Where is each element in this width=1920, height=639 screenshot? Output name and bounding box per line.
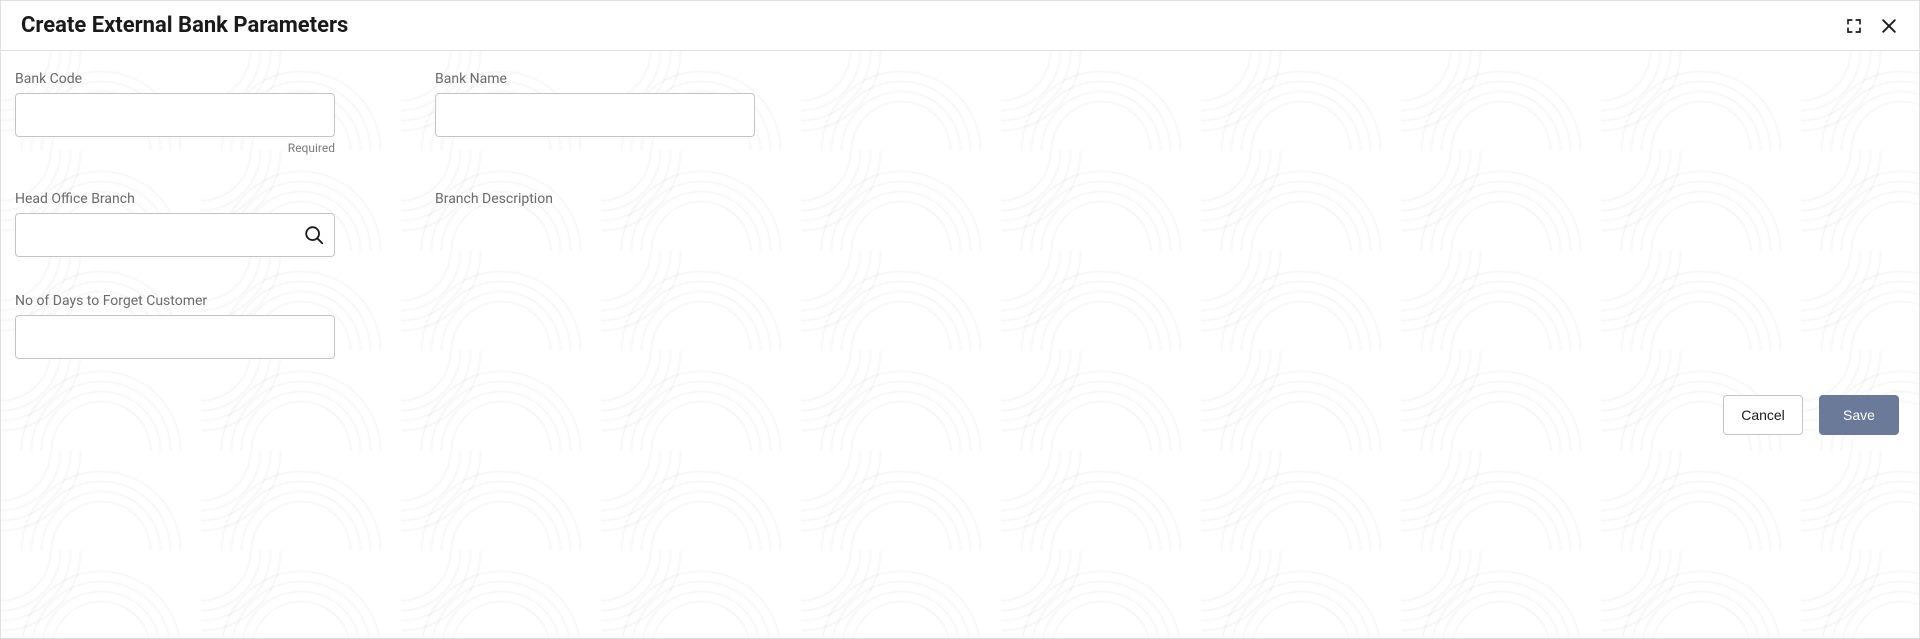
page-container: Create External Bank Parameters [0, 0, 1920, 639]
collapse-icon[interactable] [1845, 17, 1863, 35]
page-header: Create External Bank Parameters [1, 1, 1919, 51]
branch-description-label: Branch Description [435, 191, 755, 207]
form-row: Bank Code Required Bank Name [15, 71, 1905, 155]
days-forget-customer-group: No of Days to Forget Customer [15, 293, 335, 359]
page-title: Create External Bank Parameters [21, 13, 348, 38]
bank-code-helper: Required [15, 141, 335, 155]
form-row: No of Days to Forget Customer [15, 293, 1905, 359]
days-forget-customer-label: No of Days to Forget Customer [15, 293, 335, 309]
form-row: Head Office Branch Branch Description [15, 191, 1905, 257]
search-icon[interactable] [303, 224, 325, 246]
bank-name-label: Bank Name [435, 71, 755, 87]
head-office-branch-group: Head Office Branch [15, 191, 335, 257]
action-buttons: Cancel Save [15, 395, 1905, 435]
lookup-input-wrapper [15, 213, 335, 257]
branch-description-group: Branch Description [435, 191, 755, 257]
days-forget-customer-input[interactable] [15, 315, 335, 359]
bank-code-input[interactable] [15, 93, 335, 137]
close-icon[interactable] [1879, 16, 1899, 36]
form-content: Bank Code Required Bank Name Head Office… [1, 51, 1919, 638]
head-office-branch-label: Head Office Branch [15, 191, 335, 207]
bank-code-label: Bank Code [15, 71, 335, 87]
head-office-branch-input[interactable] [15, 213, 335, 257]
cancel-button[interactable]: Cancel [1723, 395, 1803, 435]
bank-name-input[interactable] [435, 93, 755, 137]
save-button[interactable]: Save [1819, 395, 1899, 435]
header-actions [1845, 16, 1899, 36]
bank-code-group: Bank Code Required [15, 71, 335, 155]
bank-name-group: Bank Name [435, 71, 755, 155]
